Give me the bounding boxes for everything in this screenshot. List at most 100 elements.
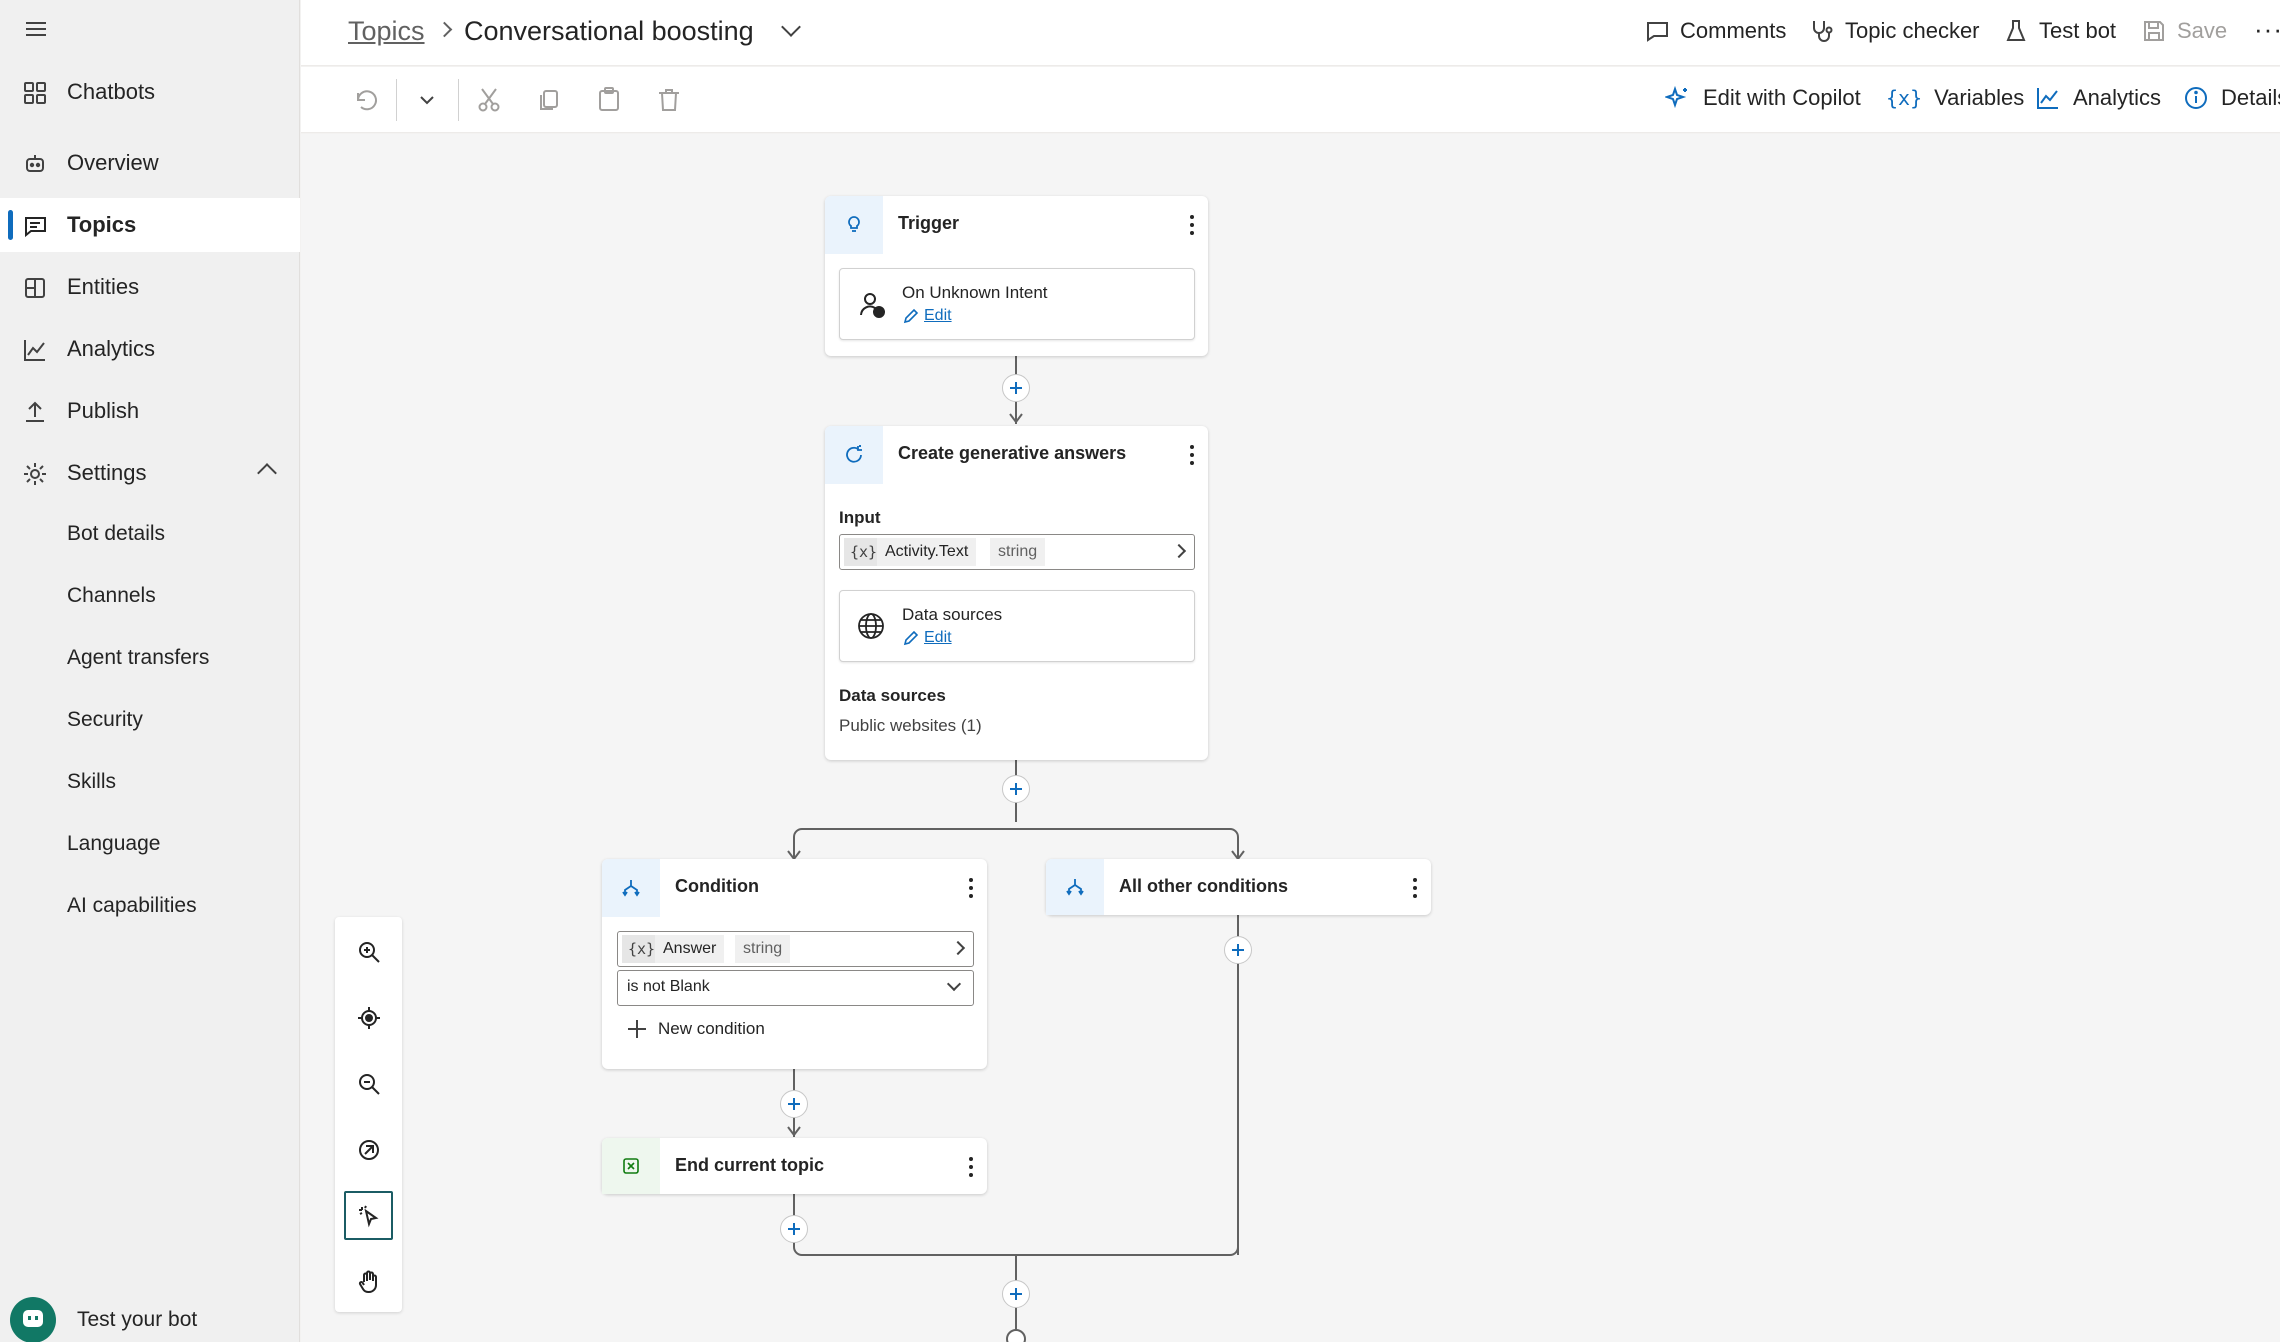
sidebar-sub-security[interactable]: Security [67,708,143,732]
variables-button[interactable]: {x} Variables [1886,85,2024,111]
gear-icon [24,463,46,485]
more-vertical-icon[interactable] [1190,215,1194,235]
stethoscope-icon [1813,21,1833,42]
breadcrumb-separator-icon [436,21,453,38]
topic-checker-button[interactable]: Topic checker [1809,18,1980,44]
more-vertical-icon[interactable] [969,878,973,898]
select-mode-icon[interactable] [344,1191,393,1240]
variable-type: string [735,935,791,963]
condition-variable-picker[interactable]: {x} Answer string [617,931,974,967]
test-your-bot-button[interactable]: Test your bot [10,1297,197,1342]
edit-label: Edit [924,307,952,324]
chevron-right-icon [1171,543,1187,559]
node-title: Trigger [898,213,960,233]
sidebar-item-label: Overview [67,150,159,175]
variables-label: Variables [1934,85,2025,110]
operator-value: is not Blank [627,978,710,995]
sidebar-sub-ai-capabilities[interactable]: AI capabilities [67,894,197,918]
delete-icon[interactable] [654,85,684,115]
edit-with-copilot-button[interactable]: Edit with Copilot [1665,85,1861,111]
more-vertical-icon[interactable] [1413,878,1417,898]
hamburger-menu-icon[interactable] [24,18,48,42]
copy-icon[interactable] [534,85,564,115]
sidebar-item-topics[interactable]: Topics [0,198,300,252]
add-node-button[interactable] [780,1090,808,1118]
input-variable-picker[interactable]: {x} Activity.Text string [839,534,1195,570]
sidebar-item-entities[interactable]: Entities [0,260,300,314]
add-node-button[interactable] [780,1215,808,1243]
node-title: End current topic [675,1155,825,1175]
zoom-out-icon[interactable] [344,1059,393,1108]
person-intent-icon [860,293,885,318]
add-node-button[interactable] [1002,775,1030,803]
sidebar-sub-language[interactable]: Language [67,832,160,856]
comments-label: Comments [1680,18,1787,43]
add-node-button[interactable] [1002,1280,1030,1308]
more-vertical-icon[interactable] [1190,445,1194,465]
new-condition-button[interactable]: New condition [628,1019,765,1039]
sidebar: Chatbots Overview Topics Entities Analyt… [0,0,300,1342]
bot-icon [26,155,44,172]
analytics-icon [2037,88,2058,109]
sidebar-item-settings[interactable]: Settings [0,446,300,500]
trigger-node[interactable]: Trigger On Unknown Intent Edit [825,196,1208,356]
all-other-conditions-node[interactable]: All other conditions [1046,859,1431,915]
sidebar-item-analytics[interactable]: Analytics [0,322,300,376]
authoring-canvas[interactable]: Trigger On Unknown Intent Edit Create ge… [301,134,2280,1342]
sidebar-item-label: Chatbots [67,79,156,104]
data-sources-value: Public websites (1) [839,716,982,735]
undo-icon[interactable] [350,85,380,115]
sidebar-sub-channels[interactable]: Channels [67,584,156,608]
chevron-down-icon[interactable] [781,17,801,37]
test-bot-label: Test bot [2039,18,2117,43]
sidebar-item-label: Settings [67,460,147,485]
comments-button[interactable]: Comments [1644,18,1786,44]
sidebar-sub-agent-transfers[interactable]: Agent transfers [67,646,209,670]
node-title: Condition [675,876,759,896]
sidebar-item-publish[interactable]: Publish [0,384,300,438]
add-node-button[interactable] [1224,936,1252,964]
data-sources-card[interactable]: Data sources Edit [839,590,1195,662]
page-title: Conversational boosting [464,16,754,46]
operator-dropdown[interactable]: is not Blank [617,970,974,1006]
recenter-icon[interactable] [344,993,393,1042]
details-button[interactable]: Details [2183,85,2280,111]
minimap-toggle-icon[interactable] [344,1125,393,1174]
input-label: Input [839,508,881,527]
edit-link[interactable]: Edit [902,307,952,325]
condition-node[interactable]: Condition {x} Answer string is not Blank… [602,859,987,1069]
lightbulb-icon [825,196,883,254]
breadcrumb-topics-link[interactable]: Topics [348,16,425,47]
info-icon [2185,87,2207,109]
upload-icon [26,401,44,422]
create-generative-answers-node[interactable]: Create generative answers Input {x} Acti… [825,426,1208,760]
paste-icon[interactable] [594,85,624,115]
entities-icon [25,278,45,298]
end-current-topic-node[interactable]: End current topic [602,1138,987,1194]
sidebar-item-overview[interactable]: Overview [0,136,300,190]
zoom-in-icon[interactable] [344,927,393,976]
generative-refresh-icon [825,426,883,484]
chevron-down-icon[interactable] [412,85,442,115]
edit-link[interactable]: Edit [902,629,952,647]
variable-type: string [990,538,1046,566]
card-title: On Unknown Intent [902,283,1048,302]
analytics-label: Analytics [2073,85,2162,110]
chevron-right-icon [950,940,966,956]
sidebar-item-label: Entities [67,274,140,299]
on-unknown-intent-card[interactable]: On Unknown Intent Edit [839,268,1195,340]
add-node-button[interactable] [1002,374,1030,402]
cut-icon[interactable] [474,85,504,115]
pan-hand-icon[interactable] [344,1257,393,1306]
zoom-control-panel [335,917,402,1312]
save-button[interactable]: Save [2141,18,2227,44]
more-vertical-icon[interactable] [969,1157,973,1177]
sidebar-sub-bot-details[interactable]: Bot details [67,522,165,546]
analytics-button[interactable]: Analytics [2035,85,2161,111]
test-bot-button[interactable]: Test bot [2003,18,2116,44]
sidebar-sub-skills[interactable]: Skills [67,770,116,794]
more-options-icon[interactable]: ··· [2254,14,2280,45]
chevron-up-icon[interactable] [257,463,277,483]
node-title: All other conditions [1119,876,1288,896]
sidebar-item-chatbots[interactable]: Chatbots [0,65,300,119]
